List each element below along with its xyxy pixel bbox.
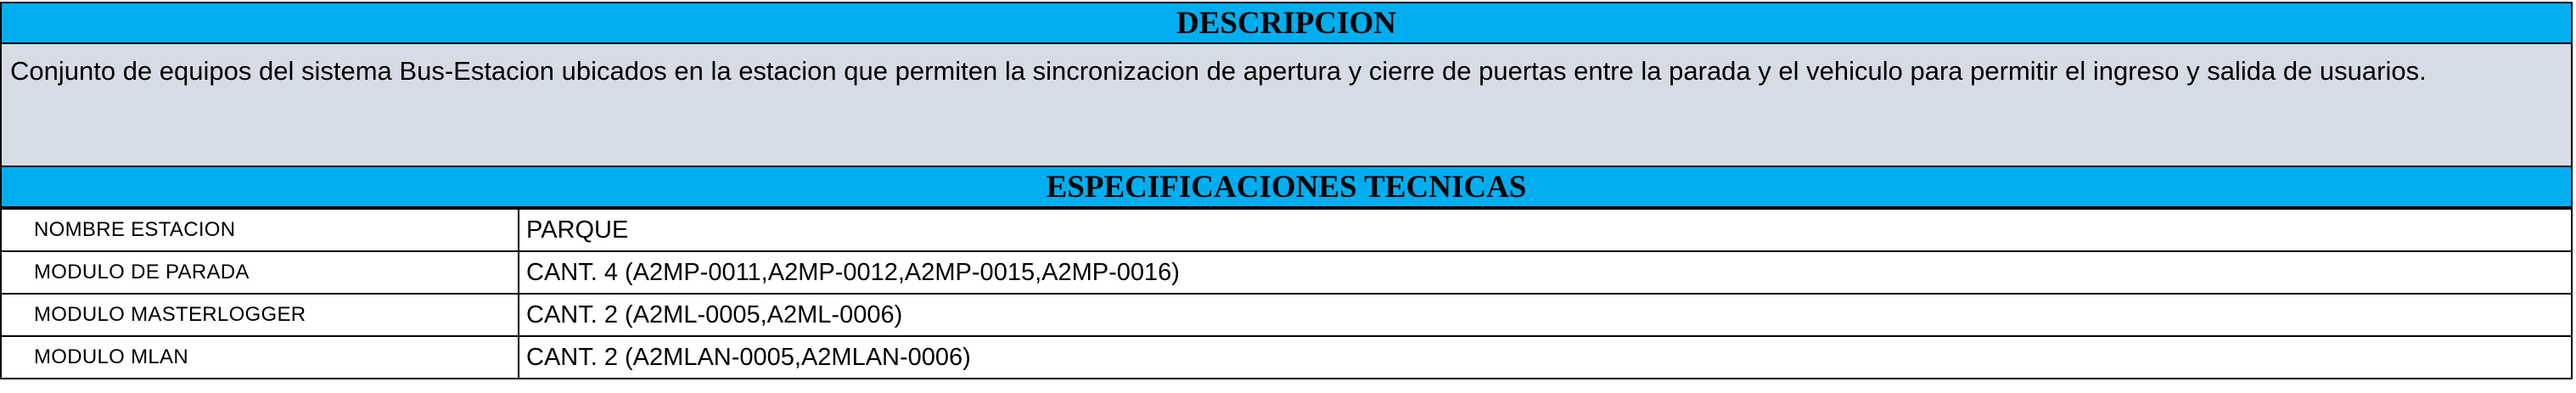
specifications-header: ESPECIFICACIONES TECNICAS bbox=[0, 166, 2573, 208]
spec-label-cell[interactable]: MODULO DE PARADA bbox=[0, 250, 519, 295]
spec-label-cell[interactable]: NOMBRE ESTACION bbox=[0, 208, 519, 252]
spec-value-cell[interactable]: CANT. 2 (A2MLAN-0005,A2MLAN-0006) bbox=[518, 335, 2573, 379]
table-row: MODULO DE PARADA CANT. 4 (A2MP-0011,A2MP… bbox=[0, 250, 2573, 295]
description-cell[interactable]: Conjunto de equipos del sistema Bus-Esta… bbox=[0, 44, 2573, 166]
spreadsheet-sheet: DESCRIPCION Conjunto de equipos del sist… bbox=[0, 0, 2576, 393]
description-title: DESCRIPCION bbox=[1176, 5, 1397, 41]
specifications-title: ESPECIFICACIONES TECNICAS bbox=[1046, 169, 1527, 205]
table-row: MODULO MLAN CANT. 2 (A2MLAN-0005,A2MLAN-… bbox=[0, 335, 2573, 379]
spec-label-cell[interactable]: MODULO MLAN bbox=[0, 335, 519, 379]
description-text: Conjunto de equipos del sistema Bus-Esta… bbox=[10, 56, 2427, 86]
table-row: NOMBRE ESTACION PARQUE bbox=[0, 208, 2573, 252]
spec-value-cell[interactable]: CANT. 2 (A2ML-0005,A2ML-0006) bbox=[518, 293, 2573, 337]
description-header: DESCRIPCION bbox=[0, 2, 2573, 44]
spec-value-cell[interactable]: CANT. 4 (A2MP-0011,A2MP-0012,A2MP-0015,A… bbox=[518, 250, 2573, 295]
spec-value-cell[interactable]: PARQUE bbox=[518, 208, 2573, 252]
table-row: MODULO MASTERLOGGER CANT. 2 (A2ML-0005,A… bbox=[0, 293, 2573, 337]
specifications-table: NOMBRE ESTACION PARQUE MODULO DE PARADA … bbox=[0, 208, 2573, 379]
spec-label-cell[interactable]: MODULO MASTERLOGGER bbox=[0, 293, 519, 337]
